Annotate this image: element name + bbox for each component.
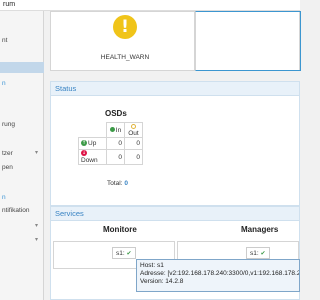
check-icon: ✔ <box>260 250 266 257</box>
osd-up-in: 0 <box>106 137 125 150</box>
app-title: rum <box>3 1 16 8</box>
tooltip-address: Adresse: [v2:192.168.178.240:3300/0,v1:1… <box>140 270 300 277</box>
services-panel-title: Services <box>51 207 299 221</box>
chevron-down-icon: ▾ <box>35 223 39 229</box>
osd-column-in: In <box>106 122 125 138</box>
tooltip-host: Host: s1 <box>140 262 164 269</box>
osd-row-label: ↓Down <box>78 149 107 165</box>
osd-down-out: 0 <box>124 149 143 165</box>
sidebar-item-2[interactable]: n <box>0 78 44 89</box>
managers-title: Managers <box>241 225 279 234</box>
health-status-text: HEALTH_WARN <box>100 54 150 61</box>
sidebar-item-label: n <box>2 194 6 201</box>
osd-total-value[interactable]: 0 <box>124 180 128 187</box>
table-row: ↓Down 0 0 <box>78 149 143 165</box>
osd-up-out: 0 <box>124 137 143 150</box>
sidebar-item-label: n <box>2 80 6 87</box>
sidebar-item-6[interactable]: n <box>0 192 44 203</box>
health-detail-cell <box>195 11 301 71</box>
osd-total: Total: 0 <box>107 180 128 187</box>
health-panel: ! HEALTH_WARN <box>50 11 301 71</box>
sidebar-item-4[interactable]: tzer ▾ <box>0 148 44 159</box>
osd-table: In Out ↑ Up 0 0 ↓Down 0 0 <box>78 122 143 165</box>
sidebar-item-5[interactable]: pen <box>0 162 44 173</box>
host-tooltip: Host: s1 Adresse: [v2:192.168.178.240:33… <box>136 259 300 292</box>
check-icon: ✔ <box>126 250 132 257</box>
sidebar-item-7[interactable]: ntifikation <box>0 205 44 216</box>
table-row: ↑ Up 0 0 <box>78 137 143 150</box>
top-bar: rum <box>0 0 300 11</box>
sidebar-item-label: rung <box>2 121 16 128</box>
arrow-up-icon: ↑ <box>81 140 87 147</box>
sidebar-item-1[interactable]: nt <box>0 35 44 46</box>
sidebar-item-9[interactable]: ▾ <box>0 235 44 246</box>
chevron-down-icon: ▾ <box>35 150 39 156</box>
sidebar-item-8[interactable]: ▾ <box>0 221 44 232</box>
arrow-down-icon: ↓ <box>81 150 87 157</box>
sidebar: nt n rung tzer ▾ pen n ntifikation ▾ ▾ <box>0 11 44 300</box>
tooltip-version: Version: 14.2.8 <box>140 278 184 285</box>
chevron-down-icon: ▾ <box>35 237 39 243</box>
manager-host-chip[interactable]: s1: ✔ <box>246 247 270 259</box>
sidebar-item-label: nt <box>2 37 8 44</box>
status-panel-title: Status <box>51 82 299 96</box>
main-content: ! HEALTH_WARN Status OSDs In Out ↑ Up 0 0… <box>44 11 301 300</box>
status-panel: Status OSDs In Out ↑ Up 0 0 ↓Down 0 0 Tot… <box>50 81 300 206</box>
monitor-host-chip[interactable]: s1: ✔ <box>112 247 136 259</box>
sidebar-item-active[interactable] <box>0 62 44 73</box>
osd-down-in: 0 <box>106 149 125 165</box>
sidebar-item-label: pen <box>2 164 13 171</box>
osd-row-label: ↑ Up <box>78 137 107 150</box>
osd-column-out: Out <box>124 122 143 138</box>
out-dot-icon <box>130 123 136 129</box>
osds-title: OSDs <box>105 109 127 118</box>
in-dot-icon <box>109 127 115 133</box>
sidebar-item-label: ntifikation <box>2 207 30 214</box>
sidebar-item-label: tzer <box>2 150 13 157</box>
health-status-cell: ! HEALTH_WARN <box>55 11 195 71</box>
exclamation-icon: ! <box>113 15 137 39</box>
sidebar-item-3[interactable]: rung <box>0 119 44 130</box>
monitors-title: Monitore <box>103 225 137 234</box>
